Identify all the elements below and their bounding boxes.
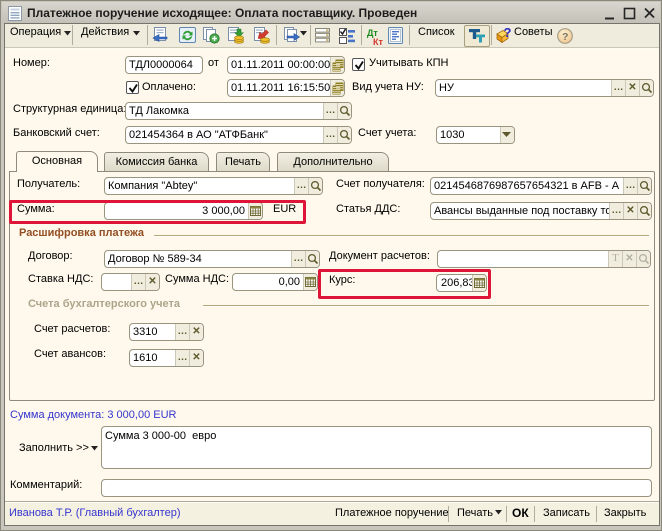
svg-text:?: ? [504,26,512,40]
svg-text:?: ? [562,31,568,43]
